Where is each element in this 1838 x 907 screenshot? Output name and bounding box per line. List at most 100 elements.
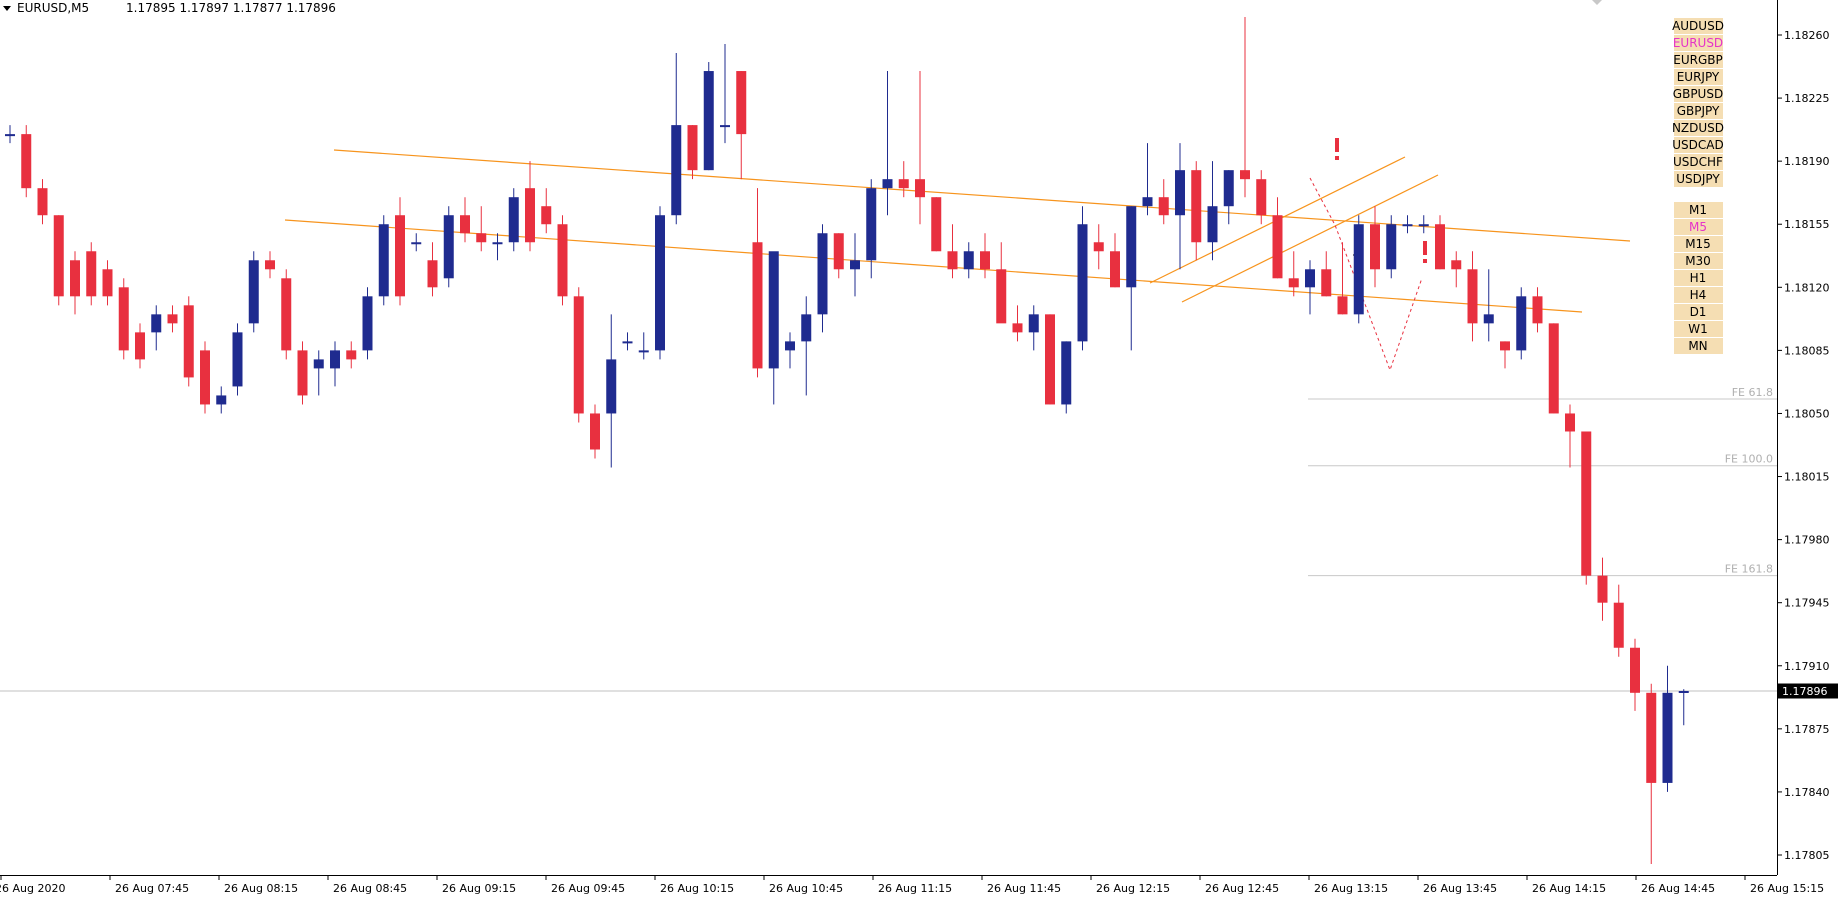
candle[interactable] (1581, 431, 1592, 585)
candle[interactable] (1516, 287, 1527, 360)
price-tick-label: 1.18190 (1784, 155, 1830, 168)
candle-body-bull (1223, 170, 1234, 207)
price-tick-label: 1.18050 (1784, 407, 1830, 420)
candle-body-bear (1500, 341, 1510, 351)
timeframe-button-m15[interactable]: M15 (1674, 236, 1723, 252)
candle-body-bear (200, 350, 210, 405)
alert-icon-bar (1423, 241, 1427, 255)
candle[interactable] (362, 287, 373, 360)
candle-body-bull (1386, 224, 1397, 270)
candle-body-bear (476, 233, 487, 243)
symbol-button-usdcad[interactable]: USDCAD (1672, 137, 1724, 153)
candle[interactable] (248, 251, 259, 333)
candle-body-bull (330, 350, 340, 369)
symbol-button-usdchf[interactable]: USDCHF (1673, 154, 1723, 170)
alert-icon[interactable] (1335, 138, 1339, 160)
candle[interactable] (1077, 206, 1088, 351)
price-tick-label: 1.17980 (1784, 534, 1830, 547)
candle-body-bear (265, 260, 275, 270)
timeframe-button-label: M15 (1685, 237, 1711, 251)
candle-body-bull (443, 215, 454, 279)
candle[interactable] (508, 188, 519, 252)
candle-body-bear (996, 269, 1007, 324)
chart-background (0, 0, 1838, 903)
candle-body-bull (1028, 314, 1039, 333)
candle[interactable] (232, 323, 243, 396)
candle-body-bear (1337, 296, 1348, 315)
timeframe-button-label: H4 (1690, 288, 1707, 302)
candle-body-bull (1207, 206, 1218, 243)
timeframe-button-w1[interactable]: W1 (1674, 321, 1723, 337)
ohlc-values: 1.17895 1.17897 1.17877 1.17896 (126, 1, 336, 15)
price-tick-label: 1.17840 (1784, 786, 1830, 799)
price-chart[interactable]: EURUSD,M5 1.17895 1.17897 1.17877 1.1789… (0, 0, 1838, 903)
candle[interactable] (378, 215, 389, 306)
timeframe-button-h1[interactable]: H1 (1674, 270, 1723, 286)
candle-body-bear (736, 71, 747, 135)
symbol-button-nzdusd[interactable]: NZDUSD (1672, 120, 1724, 136)
candle-body-bear (1321, 269, 1332, 297)
candle[interactable] (21, 125, 32, 198)
candle-body-bull (1305, 269, 1315, 288)
candle[interactable] (53, 215, 64, 306)
symbol-button-eurjpy[interactable]: EURJPY (1674, 69, 1723, 85)
timeframe-button-m1[interactable]: M1 (1674, 202, 1723, 218)
timeframe-button-d1[interactable]: D1 (1674, 304, 1723, 320)
symbol-button-eurusd[interactable]: EURUSD (1673, 35, 1723, 51)
candle-body-bear (980, 251, 990, 270)
alert-icon[interactable] (1423, 241, 1427, 263)
candle[interactable] (281, 269, 292, 360)
symbol-button-gbpusd[interactable]: GBPUSD (1673, 86, 1723, 102)
candle[interactable] (931, 197, 942, 252)
symbol-button-eurgbp[interactable]: EURGBP (1673, 52, 1723, 68)
symbol-button-label: USDJPY (1676, 172, 1720, 186)
candle-body-bull (622, 341, 633, 344)
candle-body-bull (801, 314, 812, 342)
timeframe-button-m30[interactable]: M30 (1674, 253, 1723, 269)
candle[interactable] (297, 341, 308, 405)
symbol-button-gbpjpy[interactable]: GBPJPY (1674, 103, 1723, 119)
candle[interactable] (1045, 314, 1055, 405)
candle-body-bear (1045, 314, 1055, 405)
candle-body-bull (785, 341, 795, 351)
candle[interactable] (1548, 323, 1559, 414)
candle-body-bull (703, 71, 714, 171)
candle[interactable] (443, 206, 454, 288)
candle-body-bear (931, 197, 942, 252)
chart-window[interactable]: EURUSD,M5 1.17895 1.17897 1.17877 1.1789… (0, 0, 1838, 903)
candle[interactable] (1353, 215, 1364, 324)
candle[interactable] (655, 206, 665, 360)
candle[interactable] (183, 296, 194, 387)
timeframe-button-m5[interactable]: M5 (1674, 219, 1723, 235)
candle-body-bull (1142, 197, 1153, 207)
candle[interactable] (86, 242, 97, 306)
time-tick-label: 26 Aug 13:15 (1314, 882, 1388, 895)
candle-body-bear (1548, 323, 1559, 414)
timeframe-panel[interactable]: M1 M5 M15 M30 H1 H4 D1 W1 MN (1674, 202, 1723, 354)
candle-body-bull (1662, 692, 1673, 783)
price-tick-label: 1.18085 (1784, 344, 1830, 357)
candle[interactable] (703, 62, 714, 171)
symbol-button-usdjpy[interactable]: USDJPY (1674, 171, 1723, 187)
candle-body-bear (183, 305, 194, 378)
candle-body-bear (1110, 251, 1120, 288)
candle[interactable] (1061, 341, 1072, 414)
candle-body-bear (281, 278, 292, 351)
candle-body-bear (1435, 224, 1445, 270)
candle[interactable] (1386, 215, 1397, 279)
candle[interactable] (200, 341, 210, 414)
timeframe-button-mn[interactable]: MN (1674, 338, 1723, 354)
symbol-button-label: EURUSD (1673, 36, 1723, 50)
candle-body-bull (411, 242, 422, 245)
time-tick-label: 26 Aug 15:15 (1750, 882, 1824, 895)
candle-body-bear (1451, 260, 1462, 270)
candle-body-bull (1418, 224, 1429, 227)
candle[interactable] (573, 287, 584, 423)
price-tick-label: 1.18120 (1784, 281, 1830, 294)
candle-body-bull (151, 314, 162, 333)
candle[interactable] (557, 215, 568, 306)
candle[interactable] (118, 278, 129, 360)
symbol-timeframe-label: EURUSD,M5 (17, 1, 89, 15)
symbol-button-audusd[interactable]: AUDUSD (1672, 18, 1724, 34)
timeframe-button-h4[interactable]: H4 (1674, 287, 1723, 303)
